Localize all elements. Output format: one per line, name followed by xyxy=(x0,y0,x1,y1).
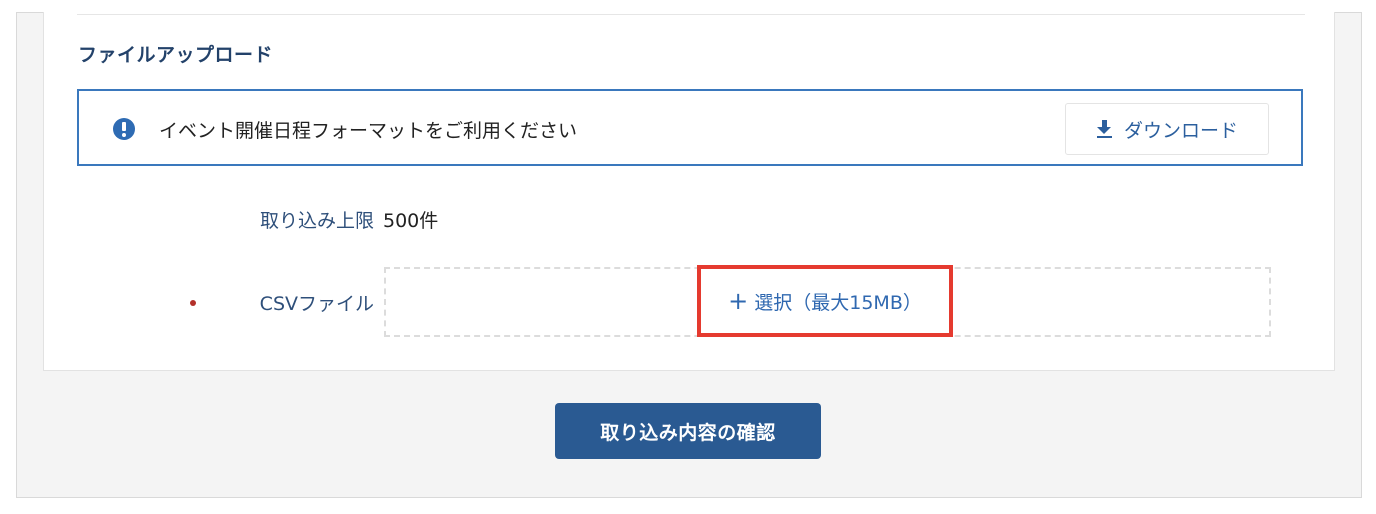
download-icon xyxy=(1096,119,1114,139)
exclamation-icon xyxy=(113,118,135,140)
import-limit-label: 取り込み上限 xyxy=(259,210,374,232)
download-button[interactable]: ダウンロード xyxy=(1065,103,1269,155)
notice-text: イベント開催日程フォーマットをご利用ください xyxy=(159,120,578,142)
required-marker xyxy=(190,300,196,306)
import-limit-value: 500件 xyxy=(383,210,439,232)
page-container: ファイルアップロード イベント開催日程フォーマットをご利用ください ダウンロード… xyxy=(16,12,1362,498)
csv-dropzone[interactable]: + 選択（最大15MB） xyxy=(384,265,1271,337)
upload-panel: ファイルアップロード イベント開催日程フォーマットをご利用ください ダウンロード… xyxy=(43,12,1335,371)
select-file-button[interactable]: + 選択（最大15MB） xyxy=(697,265,953,337)
format-notice: イベント開催日程フォーマットをご利用ください ダウンロード xyxy=(77,89,1303,166)
csv-file-label: CSVファイル xyxy=(259,293,374,315)
download-label: ダウンロード xyxy=(1123,119,1238,142)
divider xyxy=(77,14,1305,15)
select-file-label: 選択（最大15MB） xyxy=(754,291,922,314)
confirm-import-button[interactable]: 取り込み内容の確認 xyxy=(555,403,821,459)
plus-icon: + xyxy=(728,287,749,315)
section-title: ファイルアップロード xyxy=(78,44,274,66)
